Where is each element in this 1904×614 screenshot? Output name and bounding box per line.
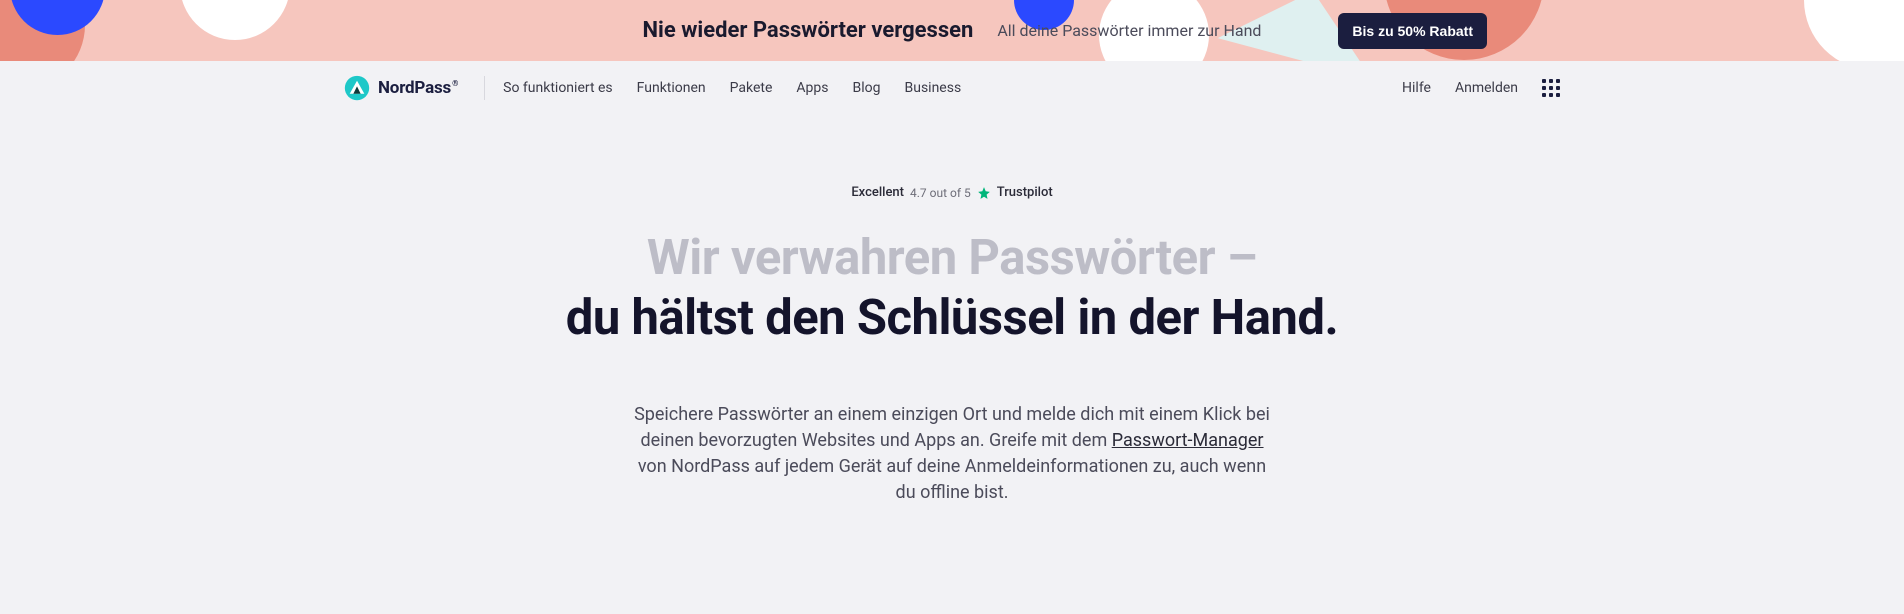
main-nav: NordPass® So funktioniert es Funktionen …	[332, 61, 1572, 115]
nav-right: Hilfe Anmelden	[1402, 79, 1560, 97]
headline-line-1: Wir verwahren Passwörter –	[492, 228, 1412, 288]
nav-how-it-works[interactable]: So funktioniert es	[503, 80, 613, 96]
banner-shape	[180, 0, 290, 40]
promo-cta-button[interactable]: Bis zu 50% Rabatt	[1338, 13, 1487, 49]
trustpilot-label: Excellent	[851, 185, 904, 200]
nav-features[interactable]: Funktionen	[637, 80, 706, 96]
nav-divider	[484, 76, 485, 100]
star-icon	[977, 186, 991, 200]
nordpass-logo-icon	[344, 75, 370, 101]
logo-text: NordPass®	[378, 78, 458, 98]
hero-subtext: Speichere Passwörter an einem einzigen O…	[632, 402, 1272, 506]
hero-headline: Wir verwahren Passwörter – du hältst den…	[492, 228, 1412, 348]
nav-plans[interactable]: Pakete	[730, 80, 773, 96]
nav-apps[interactable]: Apps	[796, 80, 828, 96]
promo-banner: Nie wieder Passwörter vergessen All dein…	[0, 0, 1904, 61]
nav-help[interactable]: Hilfe	[1402, 80, 1431, 96]
banner-shape	[1804, 0, 1904, 61]
nav-business[interactable]: Business	[905, 80, 962, 96]
promo-subtitle: All deine Passwörter immer zur Hand	[997, 21, 1261, 40]
app-launcher-icon[interactable]	[1542, 79, 1560, 97]
nav-links: So funktioniert es Funktionen Pakete App…	[503, 80, 961, 96]
headline-line-2: du hältst den Schlüssel in der Hand.	[492, 288, 1412, 348]
subtext-after: von NordPass auf jedem Gerät auf deine A…	[638, 456, 1266, 503]
trustpilot-score: 4.7 out of 5	[910, 186, 971, 200]
logo-link[interactable]: NordPass®	[344, 75, 458, 101]
nav-blog[interactable]: Blog	[853, 80, 881, 96]
promo-title: Nie wieder Passwörter vergessen	[643, 18, 974, 43]
nav-login[interactable]: Anmelden	[1455, 80, 1518, 96]
trustpilot-brand: Trustpilot	[997, 185, 1053, 200]
hero-section: Excellent 4.7 out of 5 Trustpilot Wir ve…	[492, 185, 1412, 506]
trustpilot-rating[interactable]: Excellent 4.7 out of 5 Trustpilot	[492, 185, 1412, 200]
password-manager-link[interactable]: Passwort-Manager	[1112, 430, 1264, 451]
